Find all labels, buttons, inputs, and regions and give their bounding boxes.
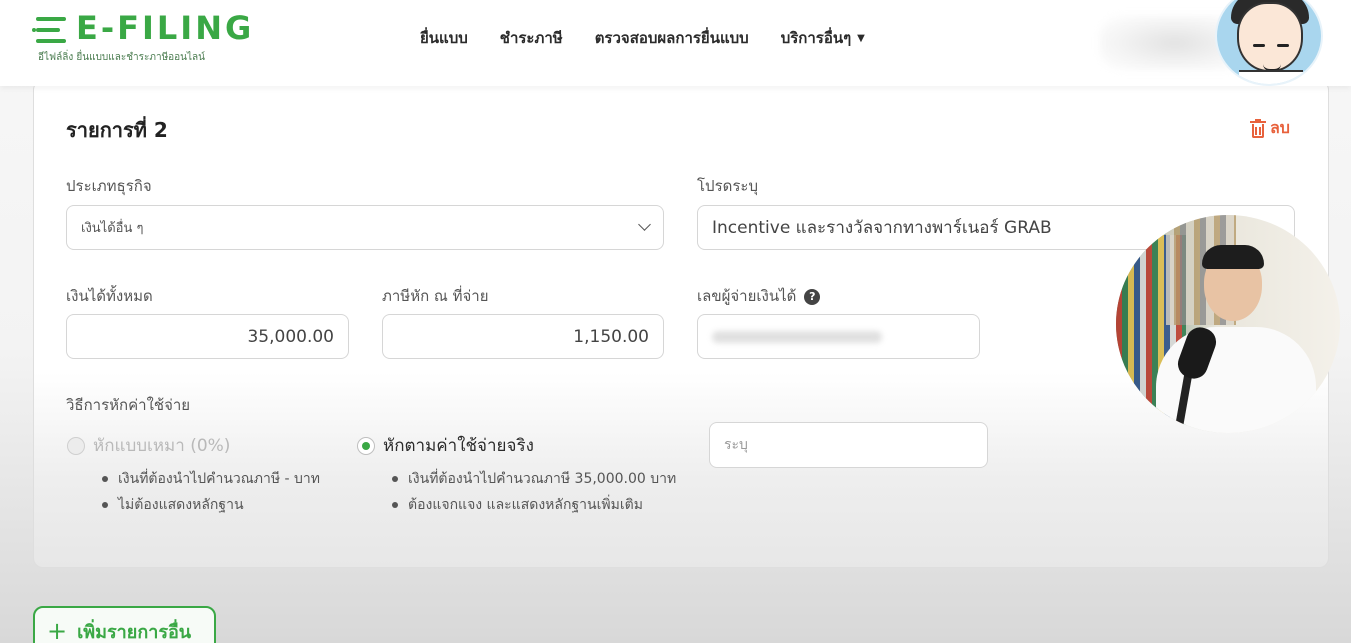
flat-rate-note: เงินที่ต้องนำไปคำนวณภาษี - บาท	[100, 466, 320, 492]
actual-expense-notes: เงินที่ต้องนำไปคำนวณภาษี 35,000.00 บาท ต…	[390, 466, 676, 518]
radio-actual-expense-label: หักตามค่าใช้จ่ายจริง	[383, 436, 534, 456]
radio-flat-rate-circle	[67, 436, 85, 455]
deduction-method-label: วิธีการหักค่าใช้จ่าย	[66, 396, 191, 414]
actual-expense-note: ต้องแจกแจง และแสดงหลักฐานเพิ่มเติม	[390, 492, 676, 518]
business-type-value: เงินได้อื่น ๆ	[81, 221, 144, 236]
item-title: รายการที่ 2	[66, 118, 168, 142]
payer-id-input[interactable]	[697, 314, 980, 359]
radio-actual-expense-circle	[357, 436, 375, 455]
payer-id-label-row: เลขผู้จ่ายเงินได้?	[697, 284, 821, 308]
chevron-down-icon	[638, 218, 651, 231]
nav-other-services[interactable]: บริการอื่นๆ ▼	[781, 26, 865, 50]
caret-down-icon: ▼	[857, 33, 865, 44]
total-income-value: 35,000.00	[247, 326, 334, 347]
flat-rate-notes: เงินที่ต้องนำไปคำนวณภาษี - บาท ไม่ต้องแส…	[100, 466, 320, 518]
nav-other-services-label: บริการอื่นๆ	[780, 29, 852, 47]
business-type-select[interactable]: เงินได้อื่น ๆ	[66, 205, 664, 250]
logo-mark-icon	[32, 15, 70, 45]
trash-icon	[1250, 118, 1266, 138]
withholding-value: 1,150.00	[573, 326, 649, 347]
avatar[interactable]	[1215, 0, 1323, 86]
payer-id-label: เลขผู้จ่ายเงินได้	[697, 287, 797, 305]
nav-check-status[interactable]: ตรวจสอบผลการยื่นแบบ	[595, 26, 749, 50]
main-nav: ยื่นแบบ ชำระภาษี ตรวจสอบผลการยื่นแบบ บริ…	[420, 26, 865, 50]
blurred-payer-id	[712, 331, 882, 343]
delete-label: ลบ	[1270, 118, 1290, 137]
withholding-input[interactable]: 1,150.00	[382, 314, 664, 359]
plus-icon: +	[47, 617, 68, 643]
total-income-input[interactable]: 35,000.00	[66, 314, 349, 359]
avatar-eye-right	[1277, 44, 1289, 47]
radio-actual-expense[interactable]: หักตามค่าใช้จ่ายจริง	[357, 432, 534, 459]
flat-rate-note: ไม่ต้องแสดงหลักฐาน	[100, 492, 320, 518]
delete-button[interactable]: ลบ	[1250, 116, 1290, 141]
specify-label: โปรดระบุ	[697, 177, 759, 195]
actual-expense-input[interactable]: ระบุ	[709, 422, 988, 468]
withholding-label: ภาษีหัก ณ ที่จ่าย	[382, 287, 489, 305]
nav-file-return[interactable]: ยื่นแบบ	[420, 26, 468, 50]
top-header: E-FILING อีไฟล์ลิ่ง ยื่นแบบและชำระภาษีออ…	[0, 0, 1351, 86]
specify-value: Incentive และรางวัลจากทางพาร์เนอร์ GRAB	[712, 218, 1052, 238]
help-icon[interactable]: ?	[804, 288, 821, 305]
add-item-button[interactable]: + เพิ่มรายการอื่น	[33, 606, 216, 643]
actual-expense-placeholder: ระบุ	[724, 437, 748, 453]
logo-text: E-FILING	[76, 9, 255, 47]
nav-pay-tax[interactable]: ชำระภาษี	[500, 26, 563, 50]
avatar-eye-left	[1253, 44, 1265, 47]
business-type-label: ประเภทธุรกิจ	[66, 177, 152, 195]
add-item-label: เพิ่มรายการอื่น	[77, 621, 192, 643]
presenter-hair	[1202, 245, 1264, 269]
webcam-overlay	[1116, 215, 1340, 433]
radio-flat-rate[interactable]: หักแบบเหมา (0%)	[67, 432, 230, 459]
total-income-label: เงินได้ทั้งหมด	[66, 287, 153, 305]
logo-subtitle: อีไฟล์ลิ่ง ยื่นแบบและชำระภาษีออนไลน์	[38, 52, 205, 63]
avatar-shirt	[1239, 70, 1303, 84]
actual-expense-note: เงินที่ต้องนำไปคำนวณภาษี 35,000.00 บาท	[390, 466, 676, 492]
radio-flat-rate-label: หักแบบเหมา (0%)	[93, 436, 231, 456]
avatar-face	[1237, 2, 1303, 72]
